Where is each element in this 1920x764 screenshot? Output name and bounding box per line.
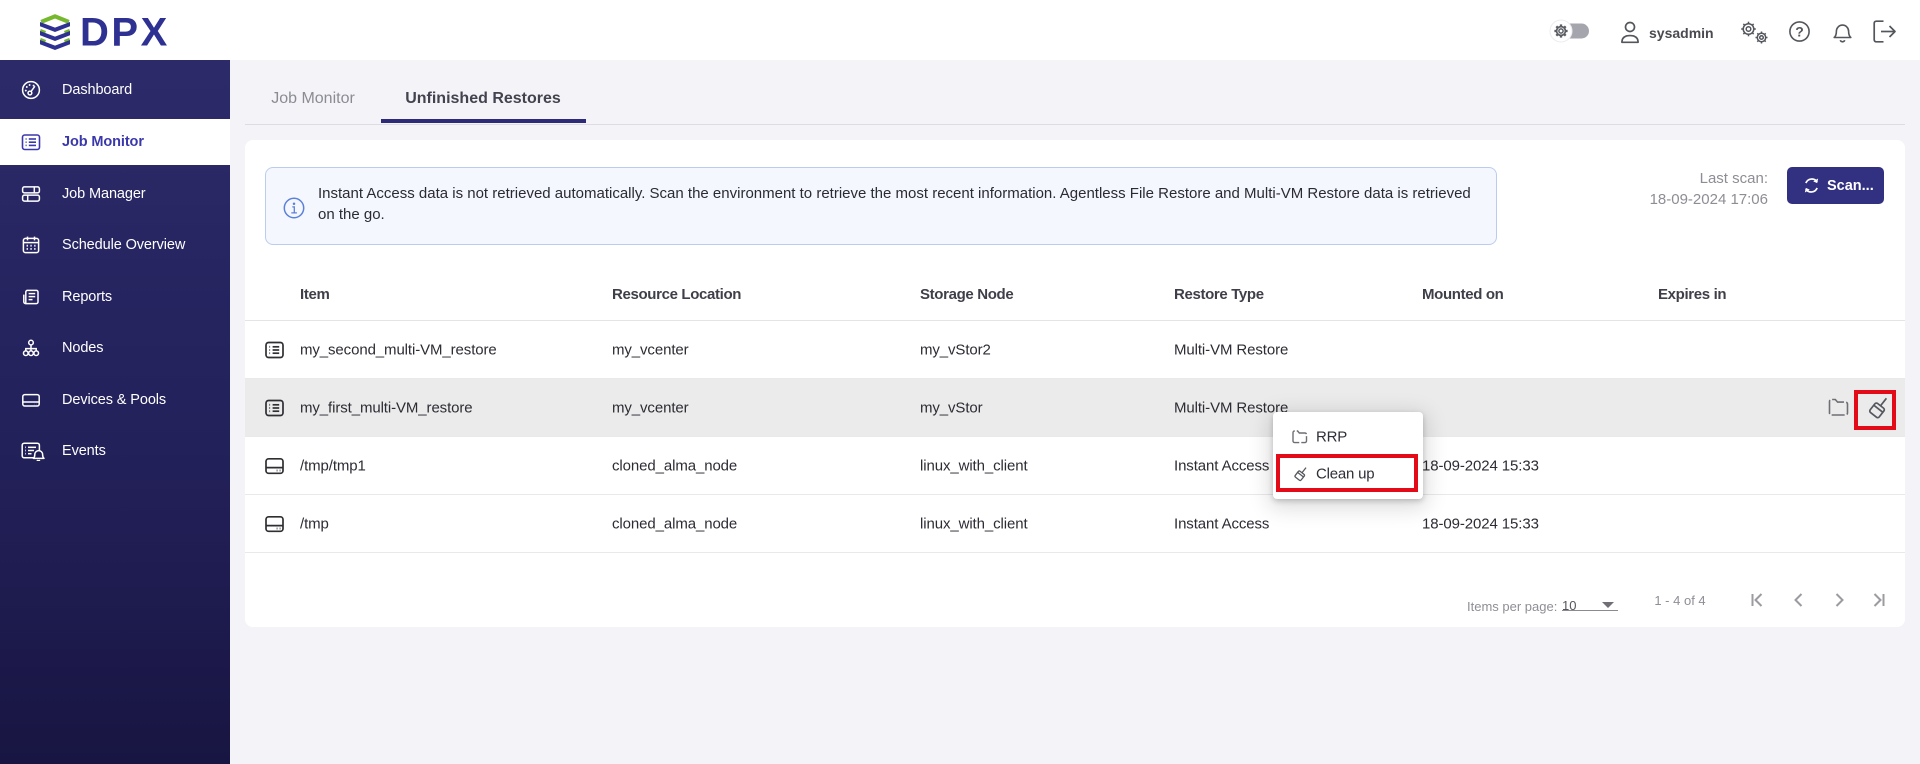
svg-text:?: ? — [1795, 24, 1804, 40]
svg-text:DPX: DPX — [80, 11, 170, 55]
